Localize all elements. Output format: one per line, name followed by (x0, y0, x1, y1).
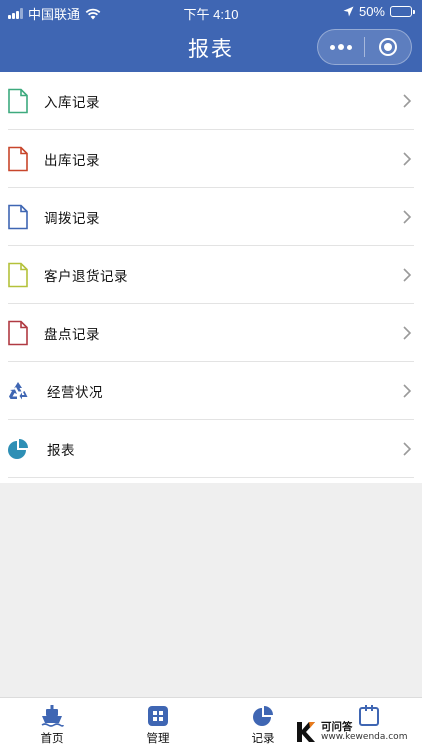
document-icon (8, 262, 28, 288)
menu-item-label: 入库记录 (44, 95, 100, 111)
document-icon (8, 146, 28, 172)
watermark-url: www.kewenda.com (321, 731, 408, 742)
menu-item-outbound-records[interactable]: 出库记录 (0, 130, 422, 188)
chevron-right-icon (403, 94, 412, 108)
menu-item-business-status[interactable]: 经营状况 (0, 362, 422, 420)
chevron-right-icon (403, 152, 412, 166)
document-icon (8, 320, 28, 346)
tab-label: 记录 (251, 731, 275, 745)
chevron-right-icon (403, 384, 412, 398)
menu-item-inbound-records[interactable]: 入库记录 (0, 72, 422, 130)
menu-item-transfer-records[interactable]: 调拨记录 (0, 188, 422, 246)
more-dots-icon (330, 44, 352, 50)
location-arrow-icon (343, 6, 354, 17)
document-icon (8, 88, 28, 114)
target-circle-icon (379, 38, 397, 56)
status-bar: 中国联通 下午 4:10 50% (0, 0, 422, 24)
chevron-right-icon (403, 268, 412, 282)
tab-label: 首页 (40, 731, 64, 745)
menu-item-inventory-check-records[interactable]: 盘点记录 (0, 304, 422, 362)
mini-program-capsule (317, 29, 412, 65)
watermark: 可问答 www.kewenda.com (295, 717, 422, 747)
pie-chart-icon (253, 706, 273, 726)
menu-item-label: 客户退货记录 (44, 269, 128, 285)
menu-item-label: 报表 (47, 443, 75, 459)
menu-item-label: 盘点记录 (44, 327, 100, 343)
document-icon (8, 204, 28, 230)
recycle-icon (9, 382, 28, 400)
nav-bar: 报表 (0, 24, 422, 72)
more-button[interactable] (318, 30, 364, 64)
menu-item-customer-return-records[interactable]: 客户退货记录 (0, 246, 422, 304)
ship-icon (41, 705, 64, 727)
menu-item-label: 出库记录 (44, 153, 100, 169)
watermark-text: 可问答 www.kewenda.com (321, 721, 408, 742)
menu-item-reports[interactable]: 报表 (0, 420, 422, 478)
chevron-right-icon (403, 210, 412, 224)
tab-home[interactable]: 首页 (22, 704, 82, 746)
tab-records[interactable]: 记录 (233, 704, 293, 746)
pie-chart-icon (8, 439, 28, 459)
tab-label: 管理 (146, 731, 170, 745)
report-menu-list: 入库记录 出库记录 调拨记录 客户退货记录 盘点记录 经营状况 报表 (0, 72, 422, 483)
close-button[interactable] (365, 30, 411, 64)
chevron-right-icon (403, 442, 412, 456)
battery-percent: 50% (358, 4, 385, 19)
tab-manage[interactable]: 管理 (128, 704, 188, 746)
status-right: 50% (343, 4, 415, 19)
k-logo-icon (297, 722, 315, 742)
chevron-right-icon (403, 326, 412, 340)
menu-item-label: 调拨记录 (44, 211, 100, 227)
battery-icon (390, 6, 415, 17)
grid-icon (148, 706, 168, 726)
menu-item-label: 经营状况 (47, 385, 103, 401)
